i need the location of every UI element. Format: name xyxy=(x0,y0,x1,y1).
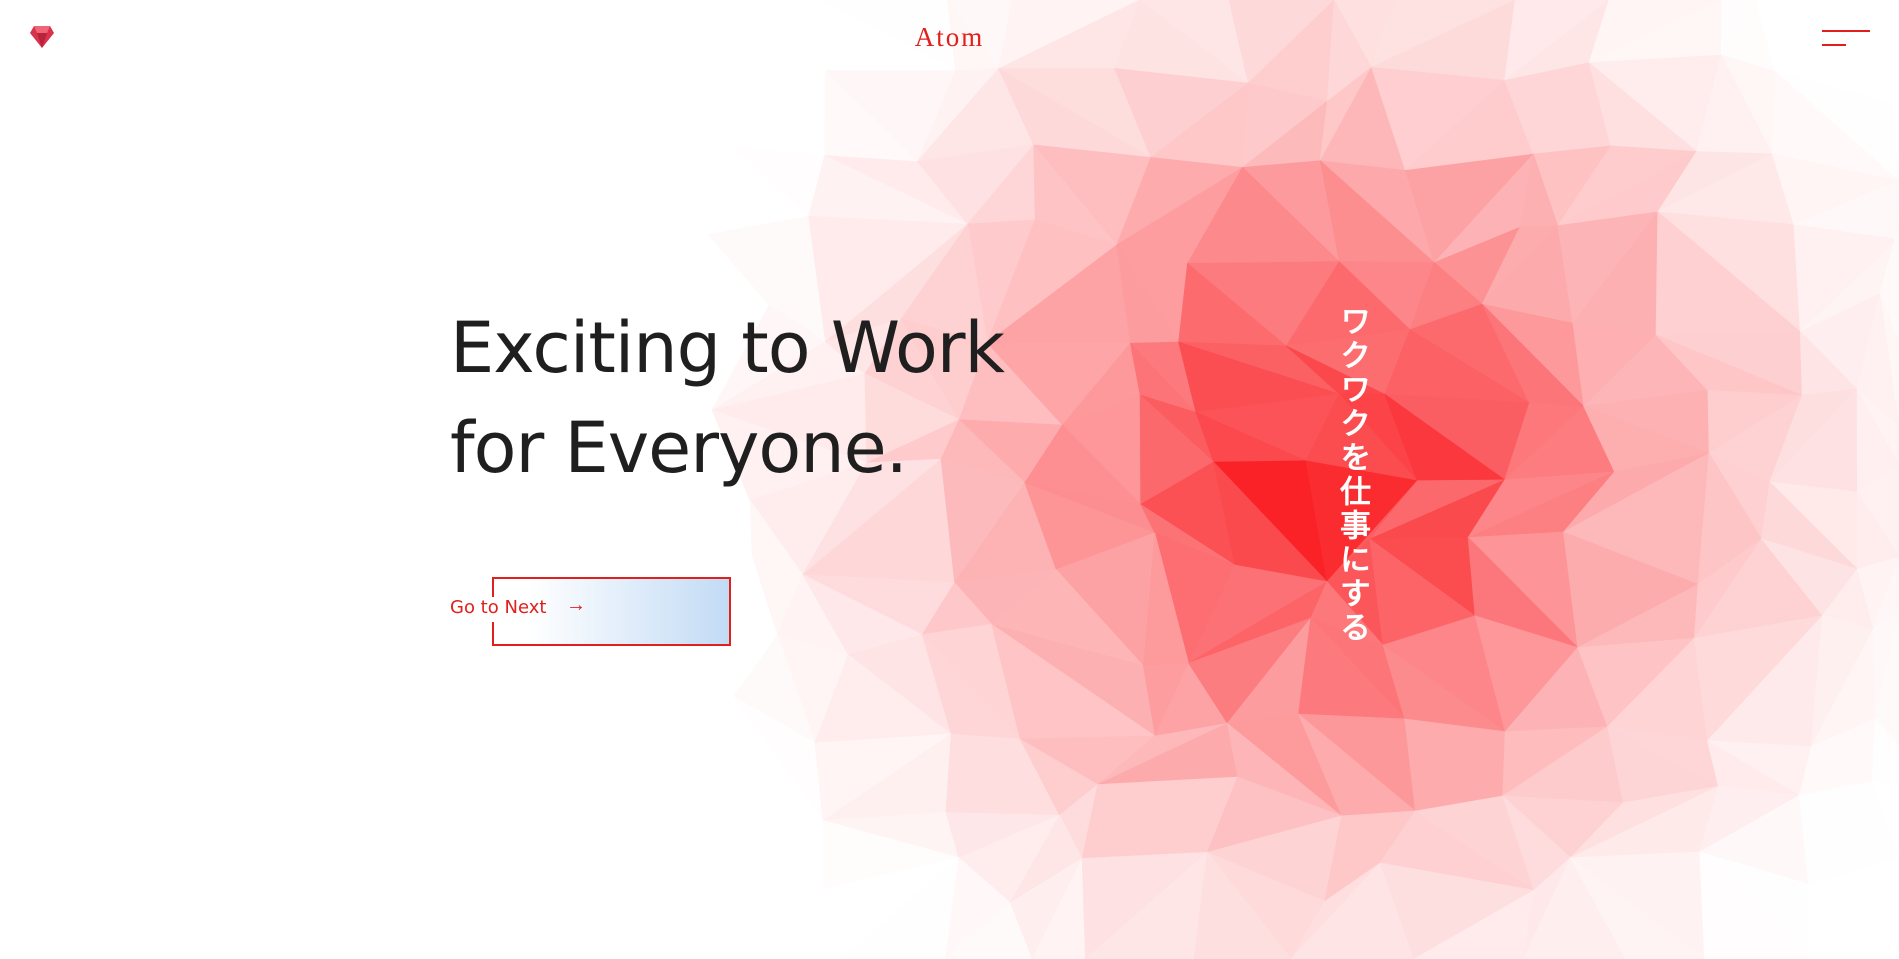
hamburger-menu-icon xyxy=(1822,30,1870,32)
hamburger-menu-line xyxy=(1822,44,1846,46)
headline-line-2: for Everyone. xyxy=(450,407,908,489)
headline-line-1: Exciting to Work xyxy=(450,307,1005,389)
cta-label: Go to Next xyxy=(450,597,547,618)
go-to-next-button[interactable]: Go to Next → xyxy=(450,577,731,646)
ruby-gem-icon xyxy=(30,26,54,48)
vertical-tagline: ワクワクを仕事にする xyxy=(1334,305,1370,645)
brand-title[interactable]: Atom xyxy=(915,22,985,52)
menu-button[interactable] xyxy=(1818,24,1874,52)
hero-headline: Exciting to Work for Everyone. xyxy=(450,298,1005,498)
arrow-right-icon: → xyxy=(566,594,586,616)
